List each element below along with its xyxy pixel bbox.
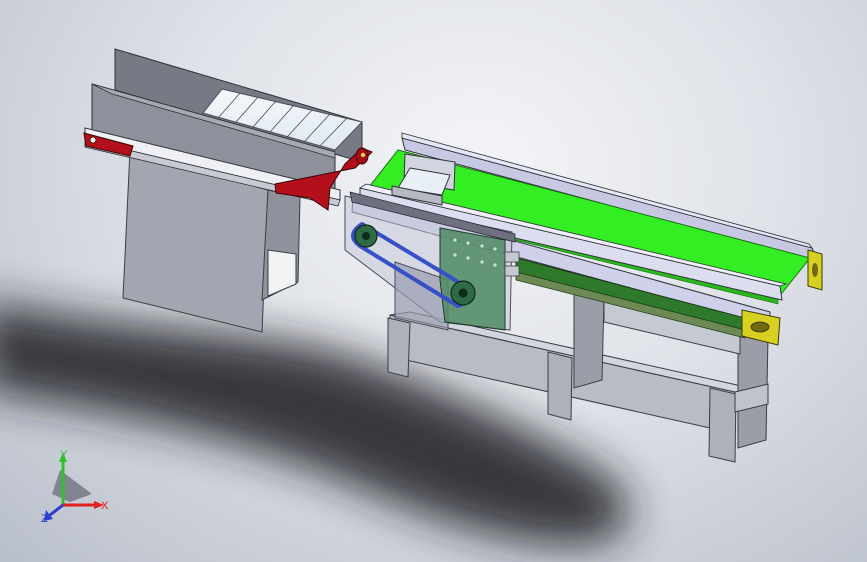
y-axis-label: Y <box>60 449 68 461</box>
endcap-back-slot <box>812 263 818 277</box>
pulley-hub <box>458 288 468 298</box>
bracket-bolt <box>89 136 97 144</box>
leg-front-right <box>708 387 737 463</box>
pulley-hub <box>362 232 370 240</box>
feeder-hopper-assembly[interactable] <box>83 48 373 333</box>
leg-front-left <box>387 317 411 378</box>
cad-model-scene[interactable]: Y X Z <box>0 0 867 562</box>
cad-3d-viewport[interactable]: Y X Z <box>0 0 867 562</box>
triad-base <box>52 470 92 502</box>
z-axis-label: Z <box>41 513 48 525</box>
x-axis-label: X <box>101 500 109 512</box>
z-axis-arrow <box>49 503 64 517</box>
leg-mid-front <box>547 351 573 421</box>
bracket-pivot-pin <box>360 152 366 158</box>
coordinate-axes-triad-icon: Y X Z <box>41 449 109 525</box>
leg-back-mid <box>573 291 605 389</box>
feeder-stand-opening <box>267 249 297 297</box>
endcap-slot <box>750 321 770 333</box>
